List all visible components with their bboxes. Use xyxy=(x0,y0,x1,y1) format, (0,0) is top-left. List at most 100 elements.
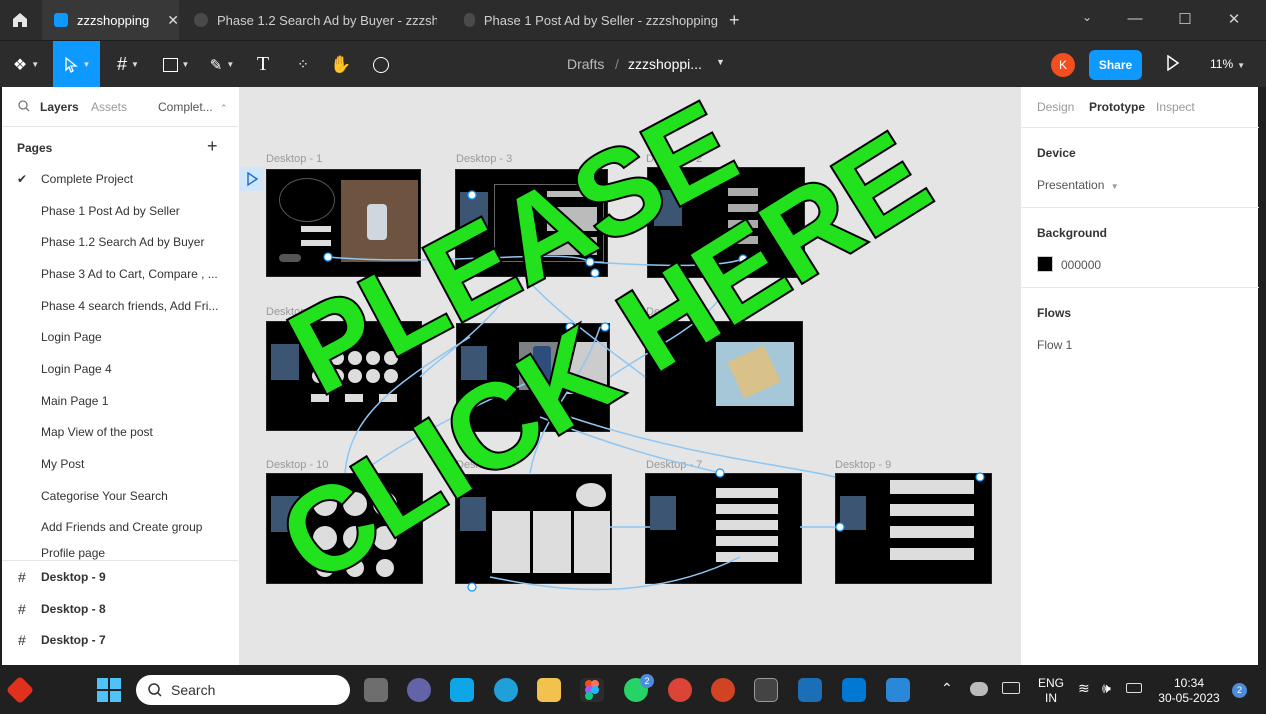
layer-desktop-7[interactable]: # Desktop - 7 xyxy=(2,624,238,655)
move-tool-button[interactable]: ▼ xyxy=(53,41,100,88)
whatsapp-badge: 2 xyxy=(640,674,654,688)
battery-icon[interactable] xyxy=(1126,683,1142,693)
notification-badge[interactable]: 2 xyxy=(1232,683,1247,698)
page-item[interactable]: Categorise Your Search xyxy=(2,480,238,511)
language-code: ENG xyxy=(1038,676,1065,690)
tab-zzzshopping[interactable]: zzzshopping ✕ xyxy=(42,0,179,40)
volume-icon[interactable]: 🕪 xyxy=(1102,680,1111,697)
pen-tool-button[interactable]: ✎ ▼ xyxy=(202,41,242,88)
close-window-icon[interactable]: ✕ xyxy=(1224,10,1244,28)
page-item[interactable]: Login Page xyxy=(2,321,238,352)
region-code: IN xyxy=(1045,691,1057,705)
layer-label: Desktop - 7 xyxy=(41,632,106,647)
main-menu-button[interactable]: ❖ ▼ xyxy=(6,41,46,88)
edge-browser-icon[interactable] xyxy=(494,678,518,702)
pages-heading: Pages xyxy=(17,141,53,155)
page-selector[interactable]: Complet... ⌃ xyxy=(158,100,228,114)
taskbar-search-box[interactable]: Search xyxy=(136,675,350,705)
windows-taskbar: Search 2 ⌃ ENG IN ≋ 🕪 10:34 30-05-2023 2 xyxy=(0,666,1266,714)
snipping-tool-icon[interactable] xyxy=(754,678,778,702)
add-page-plus-icon[interactable]: + xyxy=(207,136,218,157)
flows-heading: Flows xyxy=(1037,306,1072,320)
color-swatch[interactable] xyxy=(1037,256,1053,272)
tab-phase-1-2[interactable]: Phase 1.2 Search Ad by Buyer - zzzshopp xyxy=(180,0,448,40)
page-item[interactable]: My Post xyxy=(2,448,238,479)
tableau-icon[interactable] xyxy=(798,678,822,702)
present-play-icon[interactable] xyxy=(1166,54,1180,76)
layer-label: Desktop - 9 xyxy=(41,569,106,584)
app-diamond-icon[interactable] xyxy=(5,675,35,705)
share-button[interactable]: Share xyxy=(1089,50,1142,80)
file-name[interactable]: zzzshoppi... xyxy=(628,56,702,72)
zoom-value: 11% xyxy=(1210,57,1234,71)
page-item[interactable]: Login Page 4 xyxy=(2,353,238,384)
wifi-icon[interactable]: ≋ xyxy=(1078,680,1090,697)
page-item[interactable]: Phase 4 search friends, Add Fri... xyxy=(2,290,238,321)
search-icon[interactable] xyxy=(18,99,30,117)
tab-prototype[interactable]: Prototype xyxy=(1089,100,1145,114)
page-item[interactable]: Phase 3 Ad to Cart, Compare , ... xyxy=(2,258,238,289)
frame-tool-button[interactable]: # ▼ xyxy=(108,41,148,88)
comment-tool-button[interactable] xyxy=(368,41,394,88)
chevron-down-icon[interactable]: ▼ xyxy=(716,57,725,67)
flows-section: Flows Flow 1 xyxy=(1021,288,1259,388)
chevron-up-icon: ⌃ xyxy=(220,103,228,113)
chrome-icon[interactable] xyxy=(668,678,692,702)
chevron-up-icon[interactable]: ⌃ xyxy=(941,680,953,697)
tab-layers[interactable]: Layers xyxy=(40,100,79,114)
photos-icon[interactable] xyxy=(886,678,910,702)
browser-title-bar: zzzshopping ✕ Phase 1.2 Search Ad by Buy… xyxy=(0,0,1266,40)
close-tab-icon[interactable]: ✕ xyxy=(167,12,179,29)
figma-logo-icon: ❖ xyxy=(12,56,28,74)
flow-item[interactable]: Flow 1 xyxy=(1037,338,1072,352)
myhp-icon[interactable] xyxy=(450,678,474,702)
device-select[interactable]: Presentation ▼ xyxy=(1037,178,1119,192)
meet-video-icon[interactable] xyxy=(407,678,431,702)
avatar[interactable]: K xyxy=(1051,53,1075,77)
figma-toolbar: ❖ ▼ ▼ # ▼ ▼ ✎ ▼ T ⁘ ✋ Drafts / zzzshoppi...… xyxy=(0,40,1266,88)
frame-hash-icon: # xyxy=(18,600,26,617)
page-item[interactable]: Phase 1.2 Search Ad by Buyer xyxy=(2,226,238,257)
minimize-icon[interactable]: — xyxy=(1125,10,1145,27)
tab-phase-1[interactable]: Phase 1 Post Ad by Seller - zzzshopping xyxy=(450,0,718,40)
background-hex-input[interactable]: 000000 xyxy=(1061,258,1101,272)
hand-icon: ✋ xyxy=(330,54,352,74)
tab-inspect[interactable]: Inspect xyxy=(1156,100,1195,114)
plus-icon[interactable]: + xyxy=(729,10,740,31)
breadcrumb-drafts[interactable]: Drafts xyxy=(567,56,604,72)
search-placeholder: Search xyxy=(171,682,216,698)
right-panel: Design Prototype Inspect Device Presenta… xyxy=(1020,87,1259,665)
keyboard-icon[interactable] xyxy=(1002,682,1020,694)
pen-icon: ✎ xyxy=(209,56,223,74)
maximize-icon[interactable]: ☐ xyxy=(1175,10,1195,28)
layer-desktop-9[interactable]: # Desktop - 9 xyxy=(2,561,238,592)
figma-app-icon[interactable] xyxy=(580,678,604,702)
page-item[interactable]: Map View of the post xyxy=(2,416,238,447)
text-tool-button[interactable]: T xyxy=(250,41,276,88)
page-item[interactable]: Main Page 1 xyxy=(2,385,238,416)
shape-tool-button[interactable]: ▼ xyxy=(155,41,197,88)
resources-button[interactable]: ⁘ xyxy=(290,41,316,88)
design-canvas[interactable]: Desktop - 1 Desktop - 3 Desktop - 2 Desk… xyxy=(240,87,1020,665)
hand-tool-button[interactable]: ✋ xyxy=(328,41,354,88)
onedrive-cloud-icon[interactable] xyxy=(970,682,988,696)
tab-assets[interactable]: Assets xyxy=(91,100,127,114)
zoom-level[interactable]: 11% ▼ xyxy=(1210,57,1245,71)
file-explorer-icon[interactable] xyxy=(537,678,561,702)
please-click-here-overlay[interactable]: PLEASE CLICK HERE xyxy=(240,87,1020,665)
vscode-icon[interactable] xyxy=(842,678,866,702)
page-label: Complete Project xyxy=(41,171,134,186)
powerpoint-icon[interactable] xyxy=(711,678,735,702)
chevron-down-icon[interactable]: ⌄ xyxy=(1077,10,1097,24)
tab-design[interactable]: Design xyxy=(1037,100,1074,114)
language-indicator[interactable]: ENG IN xyxy=(1038,676,1064,706)
home-icon[interactable] xyxy=(10,11,32,31)
task-view-icon[interactable] xyxy=(364,678,388,702)
clock[interactable]: 10:34 30-05-2023 xyxy=(1156,676,1222,706)
page-item[interactable]: Phase 1 Post Ad by Seller xyxy=(2,195,238,226)
page-item[interactable]: Add Friends and Create group xyxy=(2,511,238,542)
page-item-complete-project[interactable]: ✔ Complete Project xyxy=(2,163,238,194)
clock-time: 10:34 xyxy=(1173,676,1205,690)
layer-desktop-8[interactable]: # Desktop - 8 xyxy=(2,593,238,624)
windows-start-icon[interactable] xyxy=(97,678,121,702)
